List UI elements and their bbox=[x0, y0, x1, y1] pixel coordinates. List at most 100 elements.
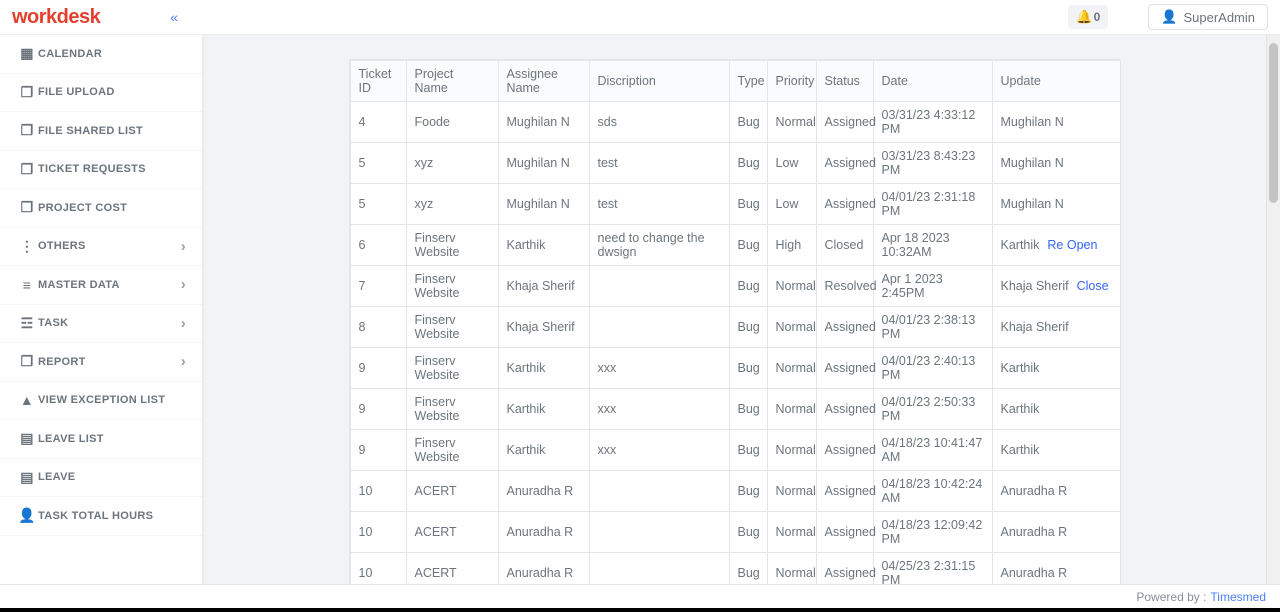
update-name: Karthik bbox=[1001, 402, 1040, 416]
table-row[interactable]: 6Finserv WebsiteKarthikneed to change th… bbox=[350, 225, 1120, 266]
sidebar-item-calendar[interactable]: ▦CALENDAR bbox=[0, 35, 202, 74]
table-row[interactable]: 5xyzMughilan NtestBugLowAssigned03/31/23… bbox=[350, 143, 1120, 184]
table-cell: Normal bbox=[767, 471, 816, 512]
table-cell: ACERT bbox=[406, 553, 498, 585]
table-cell: need to change the dwsign bbox=[589, 225, 729, 266]
table-row[interactable]: 10ACERTAnuradha RBugNormalAssigned04/25/… bbox=[350, 553, 1120, 585]
user-menu-button[interactable]: 👤 SuperAdmin bbox=[1148, 4, 1268, 30]
sidebar-item-task[interactable]: ☲TASK› bbox=[0, 305, 202, 344]
table-cell: Finserv Website bbox=[406, 307, 498, 348]
table-cell: Apr 1 2023 2:45PM bbox=[873, 266, 992, 307]
warn-icon: ▲ bbox=[16, 392, 38, 408]
sidebar-item-project-cost[interactable]: ❐PROJECT COST bbox=[0, 189, 202, 228]
update-name: Karthik bbox=[1001, 361, 1040, 375]
sidebar-item-report[interactable]: ❐REPORT› bbox=[0, 343, 202, 382]
table-cell: Bug bbox=[729, 471, 767, 512]
table-cell: Karthik bbox=[498, 348, 589, 389]
sidebar-item-ticket-requests[interactable]: ❐TICKET REQUESTS bbox=[0, 151, 202, 190]
table-row[interactable]: 4FoodeMughilan NsdsBugNormalAssigned03/3… bbox=[350, 102, 1120, 143]
notifications-button[interactable]: 🔔 0 bbox=[1068, 5, 1108, 29]
chevron-right-icon: › bbox=[181, 276, 186, 293]
table-cell: 7 bbox=[350, 266, 406, 307]
table-cell: Assigned bbox=[816, 143, 873, 184]
file-icon: ❐ bbox=[16, 199, 38, 216]
chevron-right-icon: › bbox=[181, 353, 186, 370]
table-cell: 04/01/23 2:38:13 PM bbox=[873, 307, 992, 348]
sidebar-item-file-upload[interactable]: ❐FILE UPLOAD bbox=[0, 74, 202, 113]
table-cell bbox=[589, 266, 729, 307]
table-row[interactable]: 10ACERTAnuradha RBugNormalAssigned04/18/… bbox=[350, 512, 1120, 553]
sidebar-item-leave[interactable]: ▤LEAVE bbox=[0, 459, 202, 498]
table-row[interactable]: 10ACERTAnuradha RBugNormalAssigned04/18/… bbox=[350, 471, 1120, 512]
update-name: Anuradha R bbox=[1001, 525, 1068, 539]
column-header[interactable]: Update bbox=[992, 61, 1120, 102]
column-header[interactable]: Project Name bbox=[406, 61, 498, 102]
table-cell: Anuradha R bbox=[498, 553, 589, 585]
table-cell: 04/18/23 12:09:42 PM bbox=[873, 512, 992, 553]
table-cell bbox=[589, 553, 729, 585]
sidebar-item-view-exception-list[interactable]: ▲VIEW EXCEPTION LIST bbox=[0, 382, 202, 421]
table-cell: Closed bbox=[816, 225, 873, 266]
chevron-right-icon: › bbox=[181, 238, 186, 255]
sidebar-item-task-total-hours[interactable]: 👤TASK TOTAL HOURS bbox=[0, 497, 202, 536]
sidebar-item-master-data[interactable]: ≡MASTER DATA› bbox=[0, 266, 202, 305]
update-cell: Mughilan N bbox=[992, 102, 1120, 143]
footer-brand-link[interactable]: Timesmed bbox=[1210, 590, 1266, 604]
table-cell: 04/18/23 10:42:24 AM bbox=[873, 471, 992, 512]
update-cell: KarthikRe Open bbox=[992, 225, 1120, 266]
table-cell: Assigned bbox=[816, 348, 873, 389]
table-cell: Bug bbox=[729, 184, 767, 225]
column-header[interactable]: Priority bbox=[767, 61, 816, 102]
sidebar-item-leave-list[interactable]: ▤LEAVE LIST bbox=[0, 420, 202, 459]
table-cell: xxx bbox=[589, 430, 729, 471]
update-name: Mughilan N bbox=[1001, 156, 1064, 170]
table-cell: Anuradha R bbox=[498, 512, 589, 553]
column-header[interactable]: Ticket ID bbox=[350, 61, 406, 102]
table-cell: xyz bbox=[406, 143, 498, 184]
table-cell: 5 bbox=[350, 184, 406, 225]
table-cell: 10 bbox=[350, 512, 406, 553]
column-header[interactable]: Type bbox=[729, 61, 767, 102]
re-open-link[interactable]: Re Open bbox=[1047, 238, 1097, 252]
table-row[interactable]: 7Finserv WebsiteKhaja SherifBugNormalRes… bbox=[350, 266, 1120, 307]
column-header[interactable]: Status bbox=[816, 61, 873, 102]
sidebar: ▦CALENDAR❐FILE UPLOAD❐FILE SHARED LIST❐T… bbox=[0, 35, 203, 584]
table-cell: Finserv Website bbox=[406, 266, 498, 307]
user-label: SuperAdmin bbox=[1183, 10, 1255, 25]
update-name: Karthik bbox=[1001, 443, 1040, 457]
sidebar-item-label: LEAVE LIST bbox=[38, 433, 186, 445]
table-cell: Low bbox=[767, 143, 816, 184]
update-name: Mughilan N bbox=[1001, 197, 1064, 211]
table-cell: 4 bbox=[350, 102, 406, 143]
close-link[interactable]: Close bbox=[1077, 279, 1109, 293]
column-header[interactable]: Discription bbox=[589, 61, 729, 102]
content-area: Ticket IDProject NameAssignee NameDiscri… bbox=[203, 35, 1266, 584]
table-row[interactable]: 9Finserv WebsiteKarthikxxxBugNormalAssig… bbox=[350, 389, 1120, 430]
sidebar-item-label: TASK TOTAL HOURS bbox=[38, 510, 186, 522]
column-header[interactable]: Date bbox=[873, 61, 992, 102]
sidebar-item-others[interactable]: ⋮OTHERS› bbox=[0, 228, 202, 267]
sidebar-item-label: CALENDAR bbox=[38, 48, 186, 60]
table-cell: Normal bbox=[767, 348, 816, 389]
table-row[interactable]: 8Finserv WebsiteKhaja SherifBugNormalAss… bbox=[350, 307, 1120, 348]
column-header[interactable]: Assignee Name bbox=[498, 61, 589, 102]
table-cell: Finserv Website bbox=[406, 225, 498, 266]
table-row[interactable]: 9Finserv WebsiteKarthikxxxBugNormalAssig… bbox=[350, 348, 1120, 389]
sidebar-item-file-shared-list[interactable]: ❐FILE SHARED LIST bbox=[0, 112, 202, 151]
table-cell: Assigned bbox=[816, 430, 873, 471]
scrollbar-thumb[interactable] bbox=[1269, 43, 1278, 203]
table-cell: xxx bbox=[589, 348, 729, 389]
table-cell: ACERT bbox=[406, 471, 498, 512]
table-header-row: Ticket IDProject NameAssignee NameDiscri… bbox=[350, 61, 1120, 102]
table-cell: Bug bbox=[729, 512, 767, 553]
table-row[interactable]: 9Finserv WebsiteKarthikxxxBugNormalAssig… bbox=[350, 430, 1120, 471]
db-icon: ≡ bbox=[16, 277, 38, 293]
dots-icon: ⋮ bbox=[16, 238, 38, 255]
rows-icon: ▤ bbox=[16, 469, 38, 486]
table-cell: Bug bbox=[729, 553, 767, 585]
sidebar-collapse-button[interactable]: « bbox=[170, 9, 178, 25]
table-cell: 04/01/23 2:31:18 PM bbox=[873, 184, 992, 225]
vertical-scrollbar[interactable] bbox=[1266, 35, 1280, 584]
rows-icon: ▤ bbox=[16, 430, 38, 447]
table-row[interactable]: 5xyzMughilan NtestBugLowAssigned04/01/23… bbox=[350, 184, 1120, 225]
